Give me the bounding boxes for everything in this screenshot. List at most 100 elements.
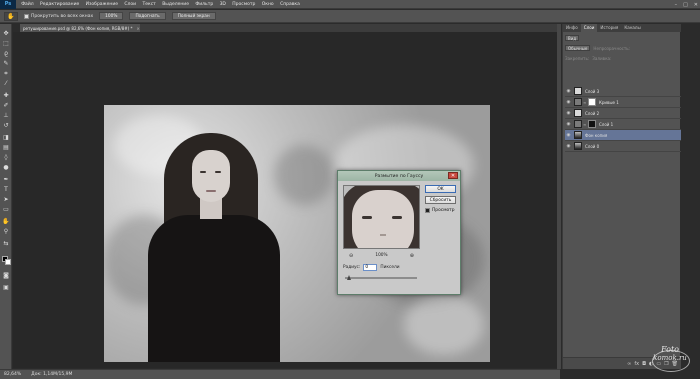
collapsed-dock[interactable] <box>557 24 561 369</box>
tab-channels[interactable]: Каналы <box>621 24 643 32</box>
swap-colors-icon[interactable]: ⇆ <box>2 240 10 247</box>
move-tool-icon[interactable]: ✥ <box>2 30 10 37</box>
preview-zoom-controls: ⊖ 100% ⊕ <box>343 252 420 259</box>
visibility-eye-icon[interactable]: ◉ <box>565 89 572 94</box>
kind-filter-select[interactable]: Вид <box>565 35 580 41</box>
radius-slider-thumb[interactable] <box>347 275 351 280</box>
lasso-tool-icon[interactable]: ϱ <box>2 50 10 57</box>
chain-link-icon[interactable]: ∞ <box>583 122 587 127</box>
layer-row[interactable]: ◉ Слой 2 <box>565 108 681 119</box>
tab-close-icon[interactable]: × <box>136 26 139 31</box>
color-swatches[interactable] <box>2 256 12 266</box>
type-tool-icon[interactable]: T <box>2 186 10 193</box>
path-select-icon[interactable]: ➤ <box>2 196 10 203</box>
checkbox-icon <box>425 208 430 213</box>
dialog-title: Размытие по Гауссу <box>374 173 424 179</box>
link-layers-icon[interactable]: ∞ <box>627 361 631 367</box>
status-bar: 82,64% Док: 1,14M/15,9M <box>0 369 560 379</box>
layer-row-selected[interactable]: ◉ Фон копия <box>565 130 681 141</box>
layer-name: Слой 0 <box>585 143 600 149</box>
menu-filter[interactable]: Фильтр <box>192 2 216 7</box>
tab-layers[interactable]: Слои <box>580 24 598 32</box>
crop-tool-icon[interactable]: ⌗ <box>2 70 10 77</box>
shape-tool-icon[interactable]: ▭ <box>2 206 10 213</box>
menu-select[interactable]: Выделение <box>159 2 192 7</box>
layer-row[interactable]: ◉ ∞ Кривые 1 <box>565 97 681 108</box>
menu-window[interactable]: Окно <box>259 2 277 7</box>
preview-face <box>352 190 414 248</box>
background-color[interactable] <box>5 259 11 265</box>
screen-mode-icon[interactable]: ▣ <box>2 284 10 291</box>
visibility-eye-icon[interactable]: ◉ <box>565 122 572 127</box>
eyedropper-tool-icon[interactable]: ⁄ <box>2 80 10 87</box>
clone-stamp-icon[interactable]: ⊥ <box>2 112 10 119</box>
zoom-in-icon[interactable]: ⊕ <box>410 253 414 259</box>
dodge-tool-icon[interactable]: ● <box>2 164 10 171</box>
radius-input[interactable]: 0 <box>363 264 378 271</box>
layer-row[interactable]: ◉ Слой 0 <box>565 141 681 152</box>
dialog-close-icon[interactable]: ✕ <box>448 172 458 179</box>
layers-panel: Инфо Слои История Каналы Вид Обычные Неп… <box>562 24 681 369</box>
panel-tabs: Инфо Слои История Каналы <box>563 24 681 32</box>
quick-select-tool-icon[interactable]: ✎ <box>2 60 10 67</box>
menu-3d[interactable]: 3D <box>216 2 229 7</box>
pen-tool-icon[interactable]: ✒ <box>2 176 10 183</box>
options-bar: ✋ Прокрутить во всех окнах 100% Подогнат… <box>0 10 700 23</box>
visibility-eye-icon[interactable]: ◉ <box>565 111 572 116</box>
zoom-100-button[interactable]: 100% <box>99 12 124 20</box>
hand-icon[interactable]: ✋ <box>4 11 18 21</box>
radius-unit: Пиксели <box>380 265 400 270</box>
menu-edit[interactable]: Редактирование <box>37 2 83 7</box>
visibility-eye-icon[interactable]: ◉ <box>565 100 572 105</box>
portrait-eye <box>200 171 206 173</box>
maximize-icon[interactable]: □ <box>683 2 688 8</box>
eraser-tool-icon[interactable]: ◨ <box>2 134 10 141</box>
visibility-eye-icon[interactable]: ◉ <box>565 144 572 149</box>
hand-tool-icon[interactable]: ✋ <box>2 218 10 225</box>
preview-checkbox[interactable]: Просмотр <box>425 208 455 213</box>
marquee-tool-icon[interactable]: ⬚ <box>2 40 10 47</box>
healing-brush-icon[interactable]: ✚ <box>2 92 10 99</box>
canvas-workspace[interactable] <box>13 32 560 368</box>
zoom-out-icon[interactable]: ⊖ <box>349 253 353 259</box>
zoom-level: 100% <box>375 253 388 258</box>
layers-list: ◉ Слой 3 ◉ ∞ Кривые 1 ◉ Слой 2 ◉ ∞ Слой … <box>565 86 681 152</box>
menu-view[interactable]: Просмотр <box>229 2 258 7</box>
tab-history[interactable]: История <box>597 24 621 32</box>
menu-layers[interactable]: Слои <box>121 2 139 7</box>
preview-eye <box>392 216 402 219</box>
gradient-tool-icon[interactable]: ▤ <box>2 144 10 151</box>
zoom-readout[interactable]: 82,64% <box>4 372 21 377</box>
photoshop-logo: Ps <box>0 0 16 9</box>
radius-slider[interactable] <box>345 275 417 280</box>
ok-button[interactable]: OK <box>425 185 456 193</box>
quick-mask-icon[interactable]: ◙ <box>2 272 10 279</box>
window-controls: – □ ✕ <box>675 0 698 9</box>
layer-name: Слой 2 <box>585 110 600 116</box>
fx-icon[interactable]: fx <box>634 361 639 367</box>
chain-link-icon[interactable]: ∞ <box>583 100 587 105</box>
blend-mode-select[interactable]: Обычные <box>565 45 591 51</box>
zoom-tool-icon[interactable]: ⚲ <box>2 228 10 235</box>
tab-info[interactable]: Инфо <box>563 24 581 32</box>
layer-row[interactable]: ◉ Слой 3 <box>565 86 681 97</box>
menu-file[interactable]: Файл <box>18 2 37 7</box>
blur-tool-icon[interactable]: ◊ <box>2 154 10 161</box>
menu-image[interactable]: Изображение <box>82 2 121 7</box>
scroll-all-windows-checkbox[interactable]: Прокрутить во всех окнах <box>24 13 93 19</box>
menu-text[interactable]: Текст <box>139 2 159 7</box>
fit-screen-button[interactable]: Подогнать <box>129 12 166 20</box>
visibility-eye-icon[interactable]: ◉ <box>565 133 572 138</box>
blur-preview-window[interactable] <box>343 185 420 249</box>
close-icon[interactable]: ✕ <box>694 2 698 8</box>
layer-row[interactable]: ◉ ∞ Слой 1 <box>565 119 681 130</box>
history-brush-icon[interactable]: ↺ <box>2 122 10 129</box>
reset-button[interactable]: Сбросить <box>425 196 456 204</box>
menu-help[interactable]: Справка <box>277 2 303 7</box>
brush-tool-icon[interactable]: ✐ <box>2 102 10 109</box>
document-tab[interactable]: ретуширование.psd @ 82,6% (Фон копия, RG… <box>20 24 140 32</box>
menu-bar: Ps Файл Редактирование Изображение Слои … <box>0 0 700 9</box>
minimize-icon[interactable]: – <box>675 2 678 8</box>
dialog-titlebar[interactable]: Размытие по Гауссу <box>338 171 460 181</box>
fill-screen-button[interactable]: Полный экран <box>171 12 216 20</box>
